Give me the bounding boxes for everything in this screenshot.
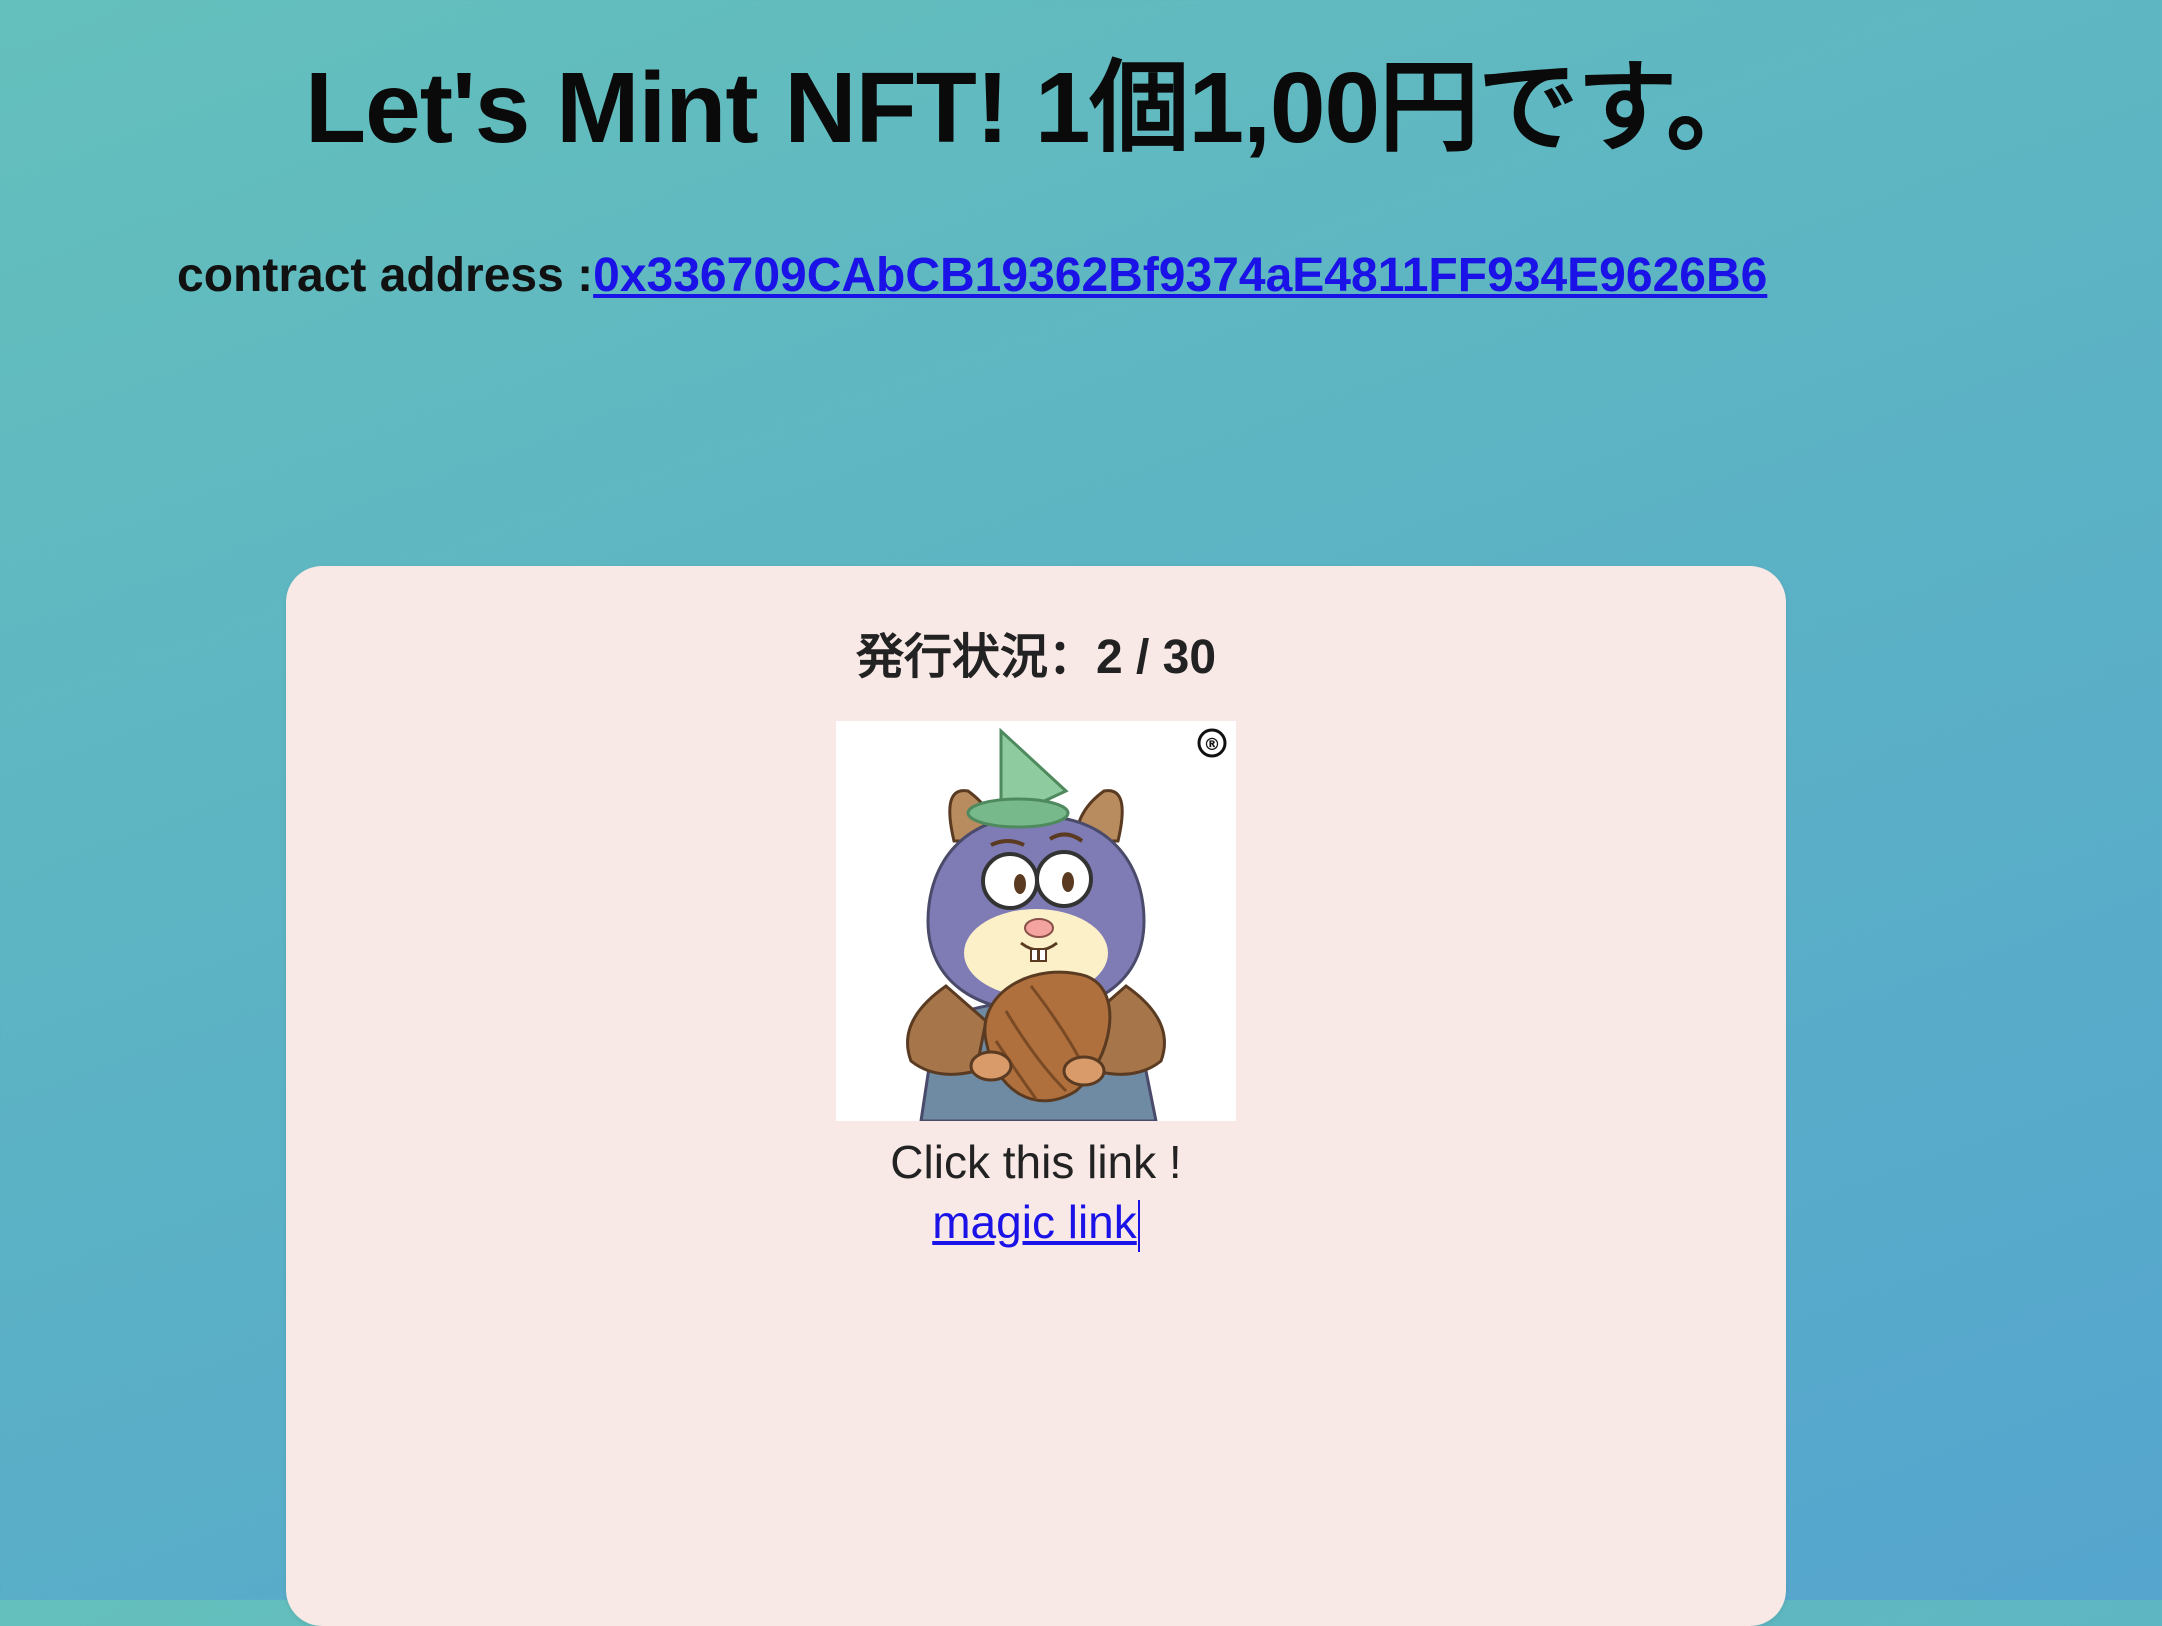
mint-status: 発行状況：2 / 30 [286,628,1786,688]
contract-address-row: contract address :0x336709CAbCB19362Bf93… [177,246,1767,306]
total-supply: 30 [1162,631,1217,684]
contract-address-label: contract address : [177,249,594,302]
registered-mark: ® [1204,735,1221,755]
text-cursor [1137,1199,1140,1252]
nft-image: ® [836,721,1236,1121]
mint-status-label: 発行状況： [855,631,1096,684]
squirrel-nft-icon: ® [836,721,1236,1121]
page-title: Let's Mint NFT! 1個1,00円です。 [305,52,1766,164]
mint-card: 発行状況：2 / 30 ® Click this link ! magic li… [286,566,1786,1626]
magic-link-row: magic link [286,1194,1786,1252]
contract-address-link[interactable]: 0x336709CAbCB19362Bf9374aE4811FF934E9626… [593,249,1767,302]
click-instruction: Click this link ! [890,1136,1182,1188]
magic-link[interactable]: magic link [932,1196,1137,1248]
mint-separator: / [1122,631,1163,684]
minted-count: 2 [1095,631,1123,684]
